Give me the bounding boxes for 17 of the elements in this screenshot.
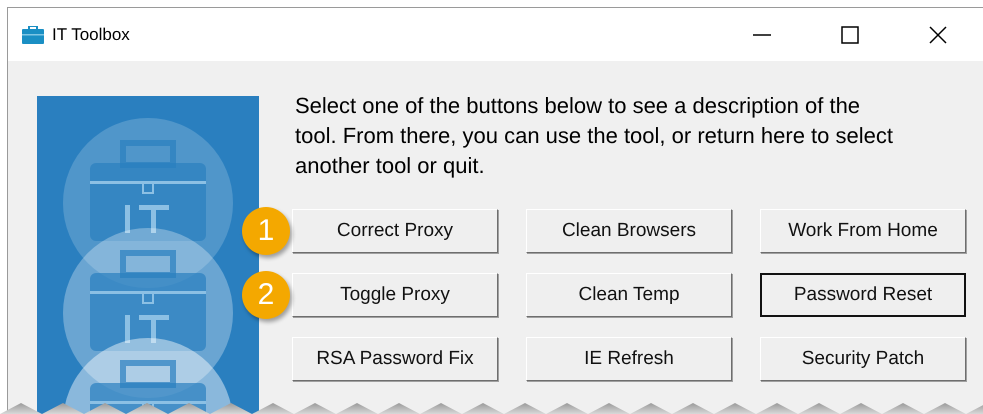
window-title: IT Toolbox (52, 24, 130, 44)
tool-button[interactable]: RSA Password Fix (292, 337, 498, 381)
tool-button[interactable]: Toggle Proxy (292, 273, 498, 317)
tool-button[interactable]: Security Patch (760, 337, 966, 381)
intro-text: Select one of the buttons below to see a description of the tool. From there, you can use the tool, or return here to select another tool or quit. (295, 92, 894, 180)
minimize-icon (752, 34, 772, 36)
tool-button[interactable]: Clean Browsers (526, 209, 732, 253)
close-icon (928, 24, 948, 44)
step-number-badge: 1 (242, 207, 290, 255)
toolbox-icon (22, 26, 44, 44)
tool-button[interactable]: Work From Home (760, 209, 966, 253)
step-number-badge: 2 (242, 271, 290, 319)
tool-button[interactable]: Password Reset (760, 273, 966, 317)
maximize-icon (840, 24, 860, 44)
tool-button[interactable]: Correct Proxy (292, 209, 498, 253)
tool-button[interactable]: Clean Temp (526, 273, 732, 317)
tool-button[interactable]: IE Refresh (526, 337, 732, 381)
